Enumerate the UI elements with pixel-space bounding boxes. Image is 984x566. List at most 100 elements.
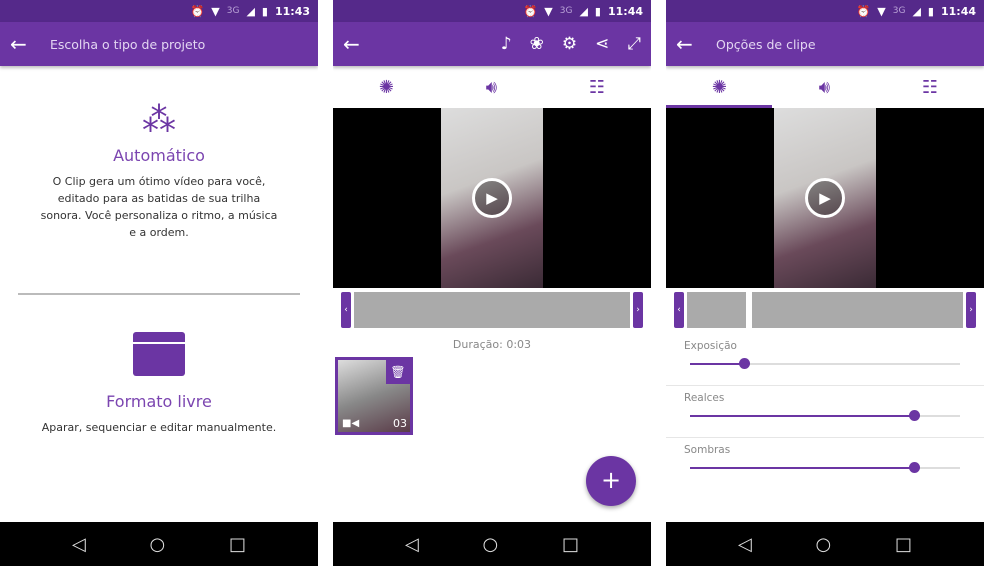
network-type: 3G: [559, 6, 573, 16]
nav-home-icon[interactable]: ○: [816, 534, 832, 555]
signal-icon: ◢: [912, 4, 921, 18]
alarm-icon: ⏰: [190, 4, 205, 18]
trim-bar[interactable]: ‹ ›: [674, 292, 976, 328]
add-clip-button[interactable]: +: [586, 456, 636, 506]
back-arrow-icon[interactable]: ←: [343, 32, 373, 56]
share-icon[interactable]: ⋖: [595, 34, 609, 54]
screen-project-type: ⏰ ▼ 3G ◢ ▮ 11:43 ← Escolha o tipo de projeto …: [0, 0, 318, 566]
trim-bar[interactable]: ‹ ›: [341, 292, 643, 328]
slider-label: Exposição: [684, 340, 737, 352]
divider: [18, 293, 300, 295]
back-arrow-icon[interactable]: ←: [676, 32, 706, 56]
trim-handle-right[interactable]: ›: [633, 292, 643, 328]
clapperboard-icon: [133, 332, 185, 376]
option-title: Formato livre: [106, 392, 212, 411]
video-camera-icon: ■◀: [342, 418, 360, 429]
magic-wand-icon: ⁂: [142, 100, 176, 140]
nav-back-icon[interactable]: ◁: [738, 534, 752, 555]
option-title: Automático: [113, 146, 205, 165]
system-nav-bar: ◁ ○ □: [333, 522, 651, 566]
wifi-icon: ▼: [877, 4, 886, 18]
nav-back-icon[interactable]: ◁: [405, 534, 419, 555]
page-title: Escolha o tipo de projeto: [50, 36, 206, 52]
alarm-icon: ⏰: [856, 4, 871, 18]
status-bar: ⏰ ▼ 3G ◢ ▮ 11:43: [0, 0, 318, 22]
volume-icon[interactable]: 🔊︎: [486, 77, 497, 98]
nav-recents-icon[interactable]: □: [562, 534, 579, 555]
battery-icon: ▮: [261, 4, 268, 18]
slider-label: Realces: [684, 392, 725, 404]
signal-icon: ◢: [579, 4, 588, 18]
editor-tabs: ✺ 🔊︎ ☷: [666, 66, 984, 108]
network-type: 3G: [226, 6, 240, 16]
clip-thumbnail[interactable]: 🗑︎ ■◀ 03: [335, 357, 413, 435]
screen-editor: ⏰ ▼ 3G ◢ ▮ 11:44 ← ♪ ❀ ⚙ ⋖ ⤢ ✺ 🔊︎ ☷ ▶ ‹ › Dura…: [333, 0, 651, 566]
adjustment-sliders: Exposição Realces Sombras: [666, 334, 984, 490]
duration-label: Duração: 0:03: [452, 338, 532, 351]
toolbar: ← Opções de clipe: [666, 22, 984, 66]
slider-track[interactable]: [690, 358, 960, 369]
video-preview[interactable]: ▶: [333, 108, 651, 288]
page-title: Opções de clipe: [716, 36, 816, 52]
alarm-icon: ⏰: [523, 4, 538, 18]
battery-icon: ▮: [594, 4, 601, 18]
nav-recents-icon[interactable]: □: [229, 534, 246, 555]
option-automatic[interactable]: ⁂ Automático O Clip gera um ótimo vídeo …: [0, 100, 318, 241]
aperture-icon[interactable]: ✺: [379, 77, 394, 98]
system-nav-bar: ◁ ○ □: [666, 522, 984, 566]
wifi-icon: ▼: [211, 4, 220, 18]
sliders-icon[interactable]: ☷: [589, 77, 605, 98]
option-description: O Clip gera um ótimo vídeo para você, ed…: [40, 175, 278, 239]
sliders-icon[interactable]: ☷: [922, 77, 938, 98]
nav-back-icon[interactable]: ◁: [72, 534, 86, 555]
wifi-icon: ▼: [544, 4, 553, 18]
clip-segment[interactable]: [687, 292, 747, 328]
slider-fill: [690, 363, 744, 365]
volume-icon[interactable]: 🔊︎: [819, 77, 830, 98]
slider-label: Sombras: [684, 444, 731, 456]
music-note-icon[interactable]: ♪: [501, 34, 512, 54]
nav-home-icon[interactable]: ○: [150, 534, 166, 555]
color-filter-icon[interactable]: ❀: [530, 34, 544, 54]
option-description: Aparar, sequenciar e editar manualmente.: [41, 421, 277, 434]
system-nav-bar: ◁ ○ □: [0, 522, 318, 566]
slider-shadows: Sombras: [666, 438, 984, 490]
clock: 11:44: [940, 4, 976, 18]
status-bar: ⏰ ▼ 3G ◢ ▮ 11:44: [333, 0, 651, 22]
trash-icon[interactable]: 🗑︎: [386, 360, 410, 384]
trim-handle-left[interactable]: ‹: [674, 292, 684, 328]
play-icon[interactable]: ▶: [472, 178, 512, 218]
aperture-icon[interactable]: ✺: [712, 77, 727, 98]
play-icon[interactable]: ▶: [805, 178, 845, 218]
slider-track[interactable]: [690, 410, 960, 421]
battery-icon: ▮: [927, 4, 934, 18]
slider-highlights: Realces: [666, 386, 984, 438]
nav-home-icon[interactable]: ○: [483, 534, 499, 555]
clip-duration: 03: [393, 417, 407, 430]
trim-handle-right[interactable]: ›: [966, 292, 976, 328]
slider-exposure: Exposição: [666, 334, 984, 386]
clock: 11:43: [274, 4, 310, 18]
toolbar: ← ♪ ❀ ⚙ ⋖ ⤢: [333, 22, 651, 66]
gear-icon[interactable]: ⚙: [562, 34, 577, 54]
toolbar: ← Escolha o tipo de projeto: [0, 22, 318, 66]
status-bar: ⏰ ▼ 3G ◢ ▮ 11:44: [666, 0, 984, 22]
screen-clip-options: ⏰ ▼ 3G ◢ ▮ 11:44 ← Opções de clipe ✺ 🔊︎ ☷ ▶ ‹…: [666, 0, 984, 566]
slider-fill: [690, 415, 915, 417]
option-freeform[interactable]: Formato livre Aparar, sequenciar e edita…: [0, 332, 318, 436]
clip-segment[interactable]: [752, 292, 963, 328]
slider-thumb[interactable]: [909, 462, 921, 473]
slider-thumb[interactable]: [909, 410, 921, 421]
fullscreen-icon[interactable]: ⤢: [627, 34, 641, 54]
nav-recents-icon[interactable]: □: [895, 534, 912, 555]
editor-tabs: ✺ 🔊︎ ☷: [333, 66, 651, 108]
trim-handle-left[interactable]: ‹: [341, 292, 351, 328]
back-arrow-icon[interactable]: ←: [10, 32, 40, 56]
trim-range[interactable]: [354, 292, 630, 328]
video-preview[interactable]: ▶: [666, 108, 984, 288]
signal-icon: ◢: [246, 4, 255, 18]
clock: 11:44: [607, 4, 643, 18]
slider-thumb[interactable]: [739, 358, 750, 369]
slider-track[interactable]: [690, 462, 960, 473]
slider-fill: [690, 467, 915, 469]
